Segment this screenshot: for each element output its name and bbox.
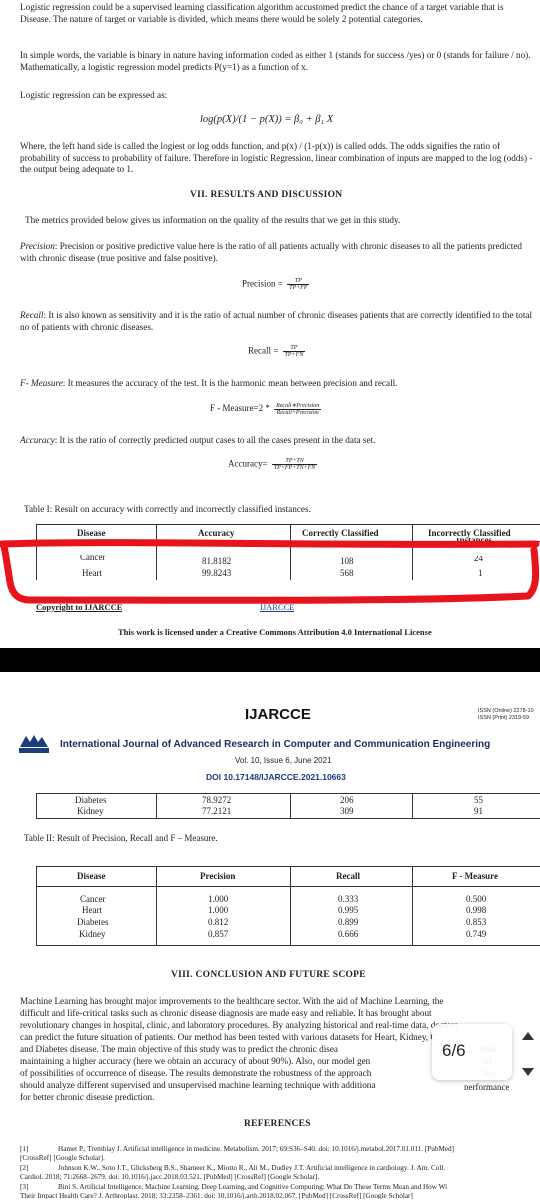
page-counter: 6/6 [442, 1041, 466, 1060]
issn-print: ISSN (Print) 2319-59 [478, 715, 530, 721]
where-paragraph: Where, the left hand side is called the … [20, 141, 533, 174]
recall-formula-num: TP [282, 345, 306, 352]
precision-text: : Precision or positive predictive value… [20, 241, 523, 263]
page-down-button[interactable] [517, 1062, 537, 1080]
precision-formula-num: TP [287, 278, 310, 285]
log-odds-equation: log(p(X)/(1 − p(X)) = β₀ + β₁ X [200, 114, 334, 125]
precision-definition: Precision: Precision or positive predict… [20, 241, 534, 264]
binary-paragraph: In simple words, the variable is binary … [20, 50, 531, 72]
accuracy-formula-num: TP+TN [271, 458, 318, 465]
issn-online: ISSN (Online) 2278-10 [478, 708, 534, 714]
table2-header-precision: Precision [200, 871, 236, 881]
journal-logo [18, 733, 50, 753]
page-divider [0, 648, 540, 672]
fmeasure-definition: F- Measure: It measures the accuracy of … [20, 378, 534, 390]
fmeasure-formula-label: F - Measure=2 * [210, 403, 270, 414]
section-viii-title: VIII. CONCLUSION AND FUTURE SCOPE [171, 970, 366, 980]
recall-formula-den: TP+FN [284, 352, 304, 358]
accuracy-formula-label: Accuracy= [228, 458, 268, 469]
fmeasure-formula-num: Recall∗Precision [274, 403, 322, 410]
table2-header-recall: Recall [336, 871, 360, 881]
precision-term: Precision [20, 241, 55, 251]
table2-caption: Table II: Result of Precision, Recall an… [24, 833, 218, 843]
recall-formula: Recall = TP TP+FN [248, 345, 306, 358]
metrics-intro: The metrics provided below gives us info… [25, 215, 401, 225]
page-up-button[interactable] [517, 1028, 537, 1046]
recall-text: : It is also known as sensitivity and it… [20, 310, 533, 332]
precision-formula-label: Precision = [242, 278, 283, 289]
fmeasure-formula-den: Recall+Precision [276, 410, 319, 416]
red-annotation-outline [0, 539, 540, 604]
footer-license: This work is licensed under a Creative C… [118, 627, 432, 637]
table2-header-fmeasure: F - Measure [452, 871, 498, 881]
accuracy-formula-den: TP+FP+TN+FN [273, 465, 316, 471]
table2-header-disease: Disease [77, 871, 106, 881]
accuracy-term: Accuracy [20, 435, 55, 445]
doi-link[interactable]: DOI 10.17148/IJARCCE.2021.10663 [206, 772, 346, 782]
expressed-as-line: Logistic regression can be expressed as: [20, 90, 168, 100]
section-vii-title: VII. RESULTS AND DISCUSSION [190, 190, 343, 200]
journal-short-title: IJARCCE [245, 706, 311, 723]
volume-issue: Vol. 10, Issue 6, June 2021 [235, 756, 332, 765]
precision-formula-den: TP+FP [289, 285, 308, 291]
references-title: REFERENCES [244, 1119, 311, 1129]
intro-paragraph: Logistic regression could be a supervise… [20, 2, 504, 24]
recall-definition: Recall: It is also known as sensitivity … [20, 310, 534, 333]
fmeasure-text: : It measures the accuracy of the test. … [62, 378, 398, 388]
precision-formula: Precision = TP TP+FP [242, 278, 310, 291]
fmeasure-formula: F - Measure=2 * Recall∗Precision Recall+P… [210, 402, 322, 416]
accuracy-formula: Accuracy= TP+TN TP+FP+TN+FN [228, 458, 318, 471]
recall-formula-label: Recall = [248, 345, 279, 356]
fmeasure-term: F- Measure [20, 378, 63, 388]
accuracy-text: : It is the ratio of correctly predicted… [54, 435, 376, 445]
journal-full-title: International Journal of Advanced Resear… [60, 739, 491, 750]
recall-term: Recall [20, 310, 44, 320]
issn-block: ISSN (Online) 2278-10 ISSN (Print) 2319-… [478, 708, 540, 722]
table1-caption: Table I: Result on accuracy with correct… [24, 504, 311, 514]
accuracy-definition: Accuracy: It is the ratio of correctly p… [20, 435, 534, 447]
page-counter-overlay: 6/6 [432, 1024, 512, 1080]
